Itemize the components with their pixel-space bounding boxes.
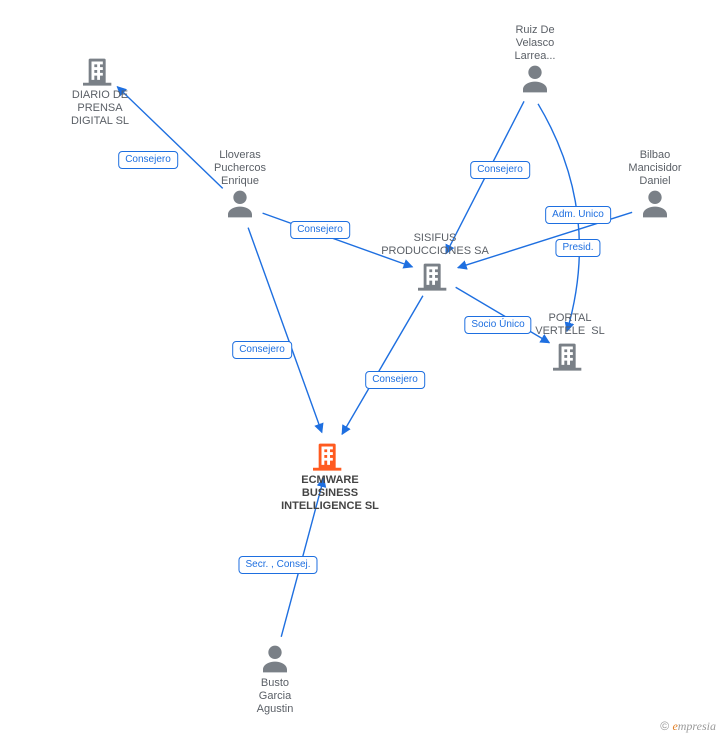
node-label: DIARIO DE PRENSA DIGITAL SL: [40, 89, 160, 128]
building-icon: [510, 338, 630, 372]
edge-label-lloveras-ecmware: Consejero: [232, 341, 292, 359]
copyright: © empresia: [660, 719, 716, 734]
edge-label-bilbao-sisifus: Presid.: [555, 239, 600, 257]
node-diario[interactable]: DIARIO DE PRENSA DIGITAL SL: [40, 53, 160, 128]
diagram-stage: { "nodes": { "diario": { "type":"company…: [0, 0, 728, 740]
node-bilbao[interactable]: Bilbao Mancisidor Daniel: [595, 147, 715, 220]
node-label: ECMWARE BUSINESS INTELLIGENCE SL: [270, 474, 390, 513]
brand-rest: mpresia: [678, 719, 716, 733]
node-sisifus[interactable]: SISIFUS PRODUCCIONES SA: [375, 230, 495, 292]
edge-sisifus-ecmware: [342, 296, 423, 435]
person-icon: [215, 643, 335, 675]
edge-label-sisifus-portal: Socio Único: [464, 316, 531, 334]
node-label: Bilbao Mancisidor Daniel: [595, 149, 715, 188]
edge-label-lloveras-sisifus: Consejero: [290, 221, 350, 239]
node-label: Lloveras Puchercos Enrique: [180, 149, 300, 188]
person-icon: [475, 63, 595, 95]
node-label: Ruiz De Velasco Larrea...: [475, 24, 595, 63]
node-lloveras[interactable]: Lloveras Puchercos Enrique: [180, 147, 300, 220]
edge-label-busto-ecmware: Secr. , Consej.: [238, 556, 317, 574]
building-icon: [270, 438, 390, 472]
building-icon: [40, 53, 160, 87]
edge-label-lloveras-diario: Consejero: [118, 151, 178, 169]
person-icon: [595, 188, 715, 220]
node-ruiz[interactable]: Ruiz De Velasco Larrea...: [475, 22, 595, 95]
copyright-symbol: ©: [660, 719, 669, 733]
edge-lloveras-ecmware: [248, 228, 322, 433]
node-label: Busto Garcia Agustin: [215, 677, 335, 716]
edge-label-sisifus-ecmware: Consejero: [365, 371, 425, 389]
node-ecmware[interactable]: ECMWARE BUSINESS INTELLIGENCE SL: [270, 438, 390, 513]
node-busto[interactable]: Busto Garcia Agustin: [215, 643, 335, 716]
edge-label-ruiz-sisifus: Consejero: [470, 161, 530, 179]
node-label: SISIFUS PRODUCCIONES SA: [375, 232, 495, 258]
edge-label-ruiz-portal: Adm. Unico: [545, 206, 611, 224]
person-icon: [180, 188, 300, 220]
building-icon: [375, 258, 495, 292]
